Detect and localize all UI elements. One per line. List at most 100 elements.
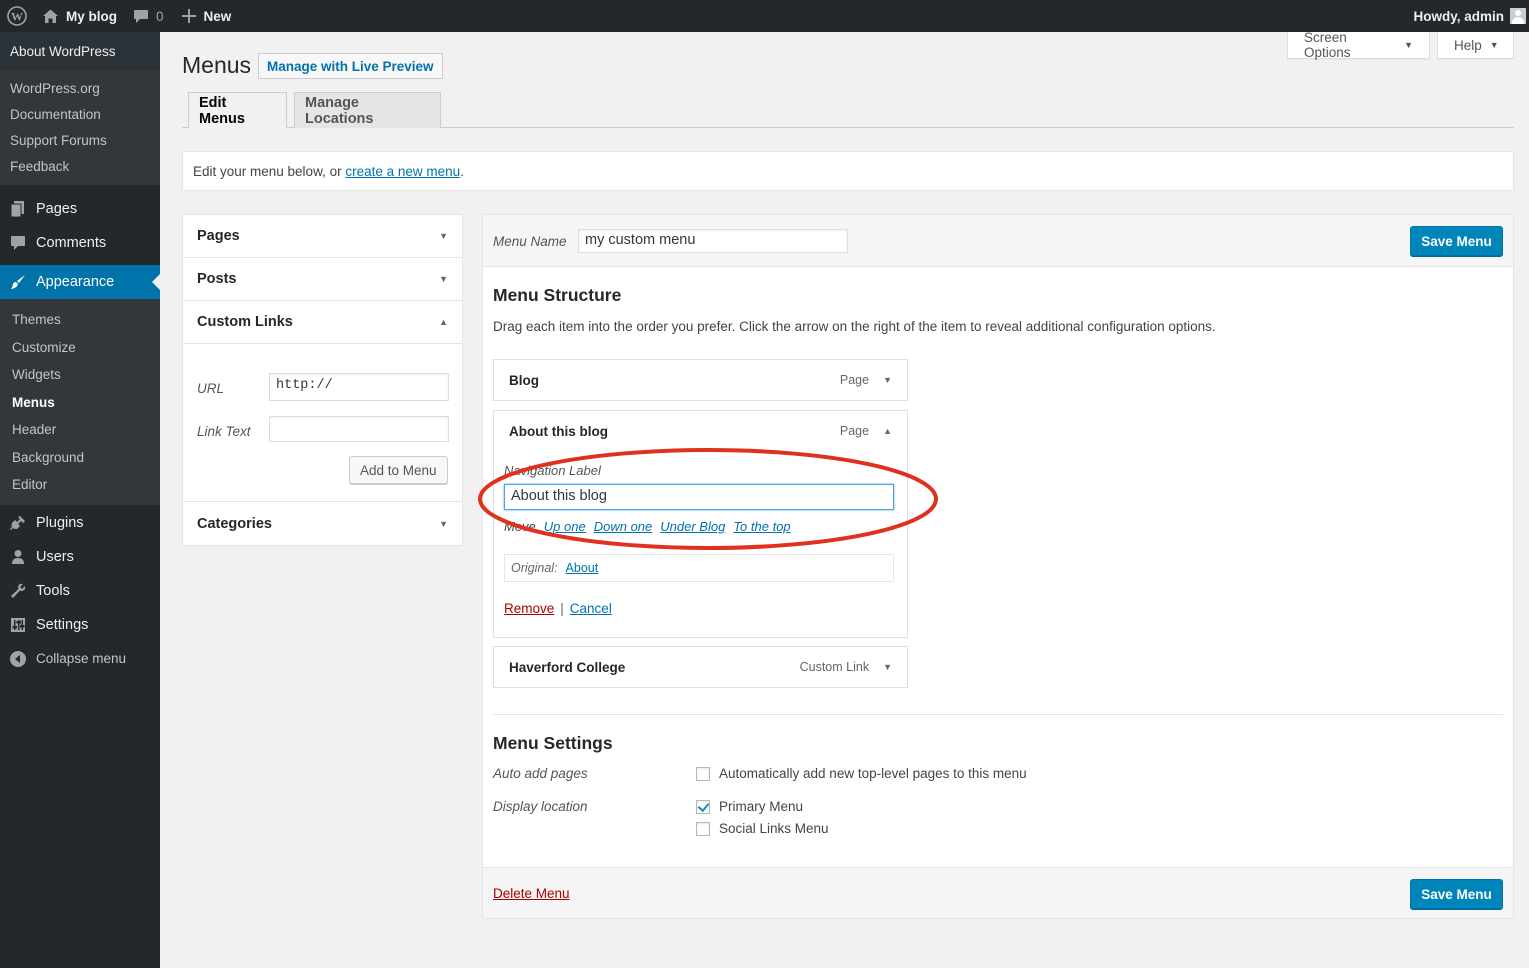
add-menu-items-accordion: Pages ▼ Posts ▼ Custom Links ▲ URL http:// … <box>182 214 463 546</box>
comments-link[interactable]: 0 <box>125 0 172 32</box>
caret-up-icon[interactable]: ▲ <box>883 426 892 436</box>
primary-menu-checkbox[interactable] <box>696 799 710 814</box>
sidebar-item-background[interactable]: Background <box>0 444 160 472</box>
plugin-icon <box>10 515 25 530</box>
menu-header: Menu Name my custom menu Save Menu <box>483 215 1513 267</box>
appearance-submenu: Themes Customize Widgets Menus Header Ba… <box>0 299 160 505</box>
auto-add-pages-label: Auto add pages <box>493 766 588 781</box>
sidebar-item-comments[interactable]: Comments <box>0 226 160 260</box>
menu-item[interactable]: Haverford College Custom Link ▼ <box>493 646 908 688</box>
item-actions: Remove | Cancel <box>504 601 612 616</box>
original-link[interactable]: About <box>566 561 599 575</box>
menu-item[interactable]: Blog Page ▼ <box>493 359 908 401</box>
menu-item-type: Page <box>839 424 870 438</box>
pages-icon <box>10 201 24 217</box>
menu-name-label: Menu Name <box>493 234 567 249</box>
sidebar-item-appearance[interactable]: Appearance <box>0 265 160 299</box>
sidebar-item-widgets[interactable]: Widgets <box>0 361 160 389</box>
manage-live-preview-button[interactable]: Manage with Live Preview <box>258 53 443 79</box>
social-links-menu-checkbox[interactable] <box>696 821 710 836</box>
menu-footer: Delete Menu Save Menu <box>483 867 1513 918</box>
about-submenu: About WordPress WordPress.org Documentat… <box>0 32 160 185</box>
menu-structure-title: Menu Structure <box>493 285 622 305</box>
display-location-label: Display location <box>493 799 588 814</box>
sidebar-item-header[interactable]: Header <box>0 416 160 444</box>
tab-manage-locations[interactable]: Manage Locations <box>294 92 441 128</box>
avatar <box>1510 8 1526 24</box>
sidebar-item-support-forums[interactable]: Support Forums <box>0 127 160 153</box>
page-title: Menus <box>182 52 252 78</box>
sidebar-item-documentation[interactable]: Documentation <box>0 101 160 127</box>
url-label: URL <box>197 381 225 396</box>
svg-text:W: W <box>11 10 23 24</box>
accordion-posts[interactable]: Posts ▼ <box>183 258 462 301</box>
edit-menu-notice: Edit your menu below, or create a new me… <box>182 151 1514 191</box>
accordion-pages[interactable]: Pages ▼ <box>183 215 462 258</box>
cancel-link[interactable]: Cancel <box>570 601 612 616</box>
menu-name-input[interactable]: my custom menu <box>578 229 848 253</box>
menu-item-title: Blog <box>509 372 539 388</box>
divider <box>493 714 1503 715</box>
plus-icon <box>181 9 196 23</box>
link-text-label: Link Text <box>197 424 251 439</box>
create-new-menu-link[interactable]: create a new menu <box>345 164 460 179</box>
comment-bubble-icon <box>134 9 148 23</box>
menu-item-type: Page <box>839 373 870 387</box>
sidebar-item-wordpress-org[interactable]: WordPress.org <box>0 75 160 101</box>
delete-menu-link[interactable]: Delete Menu <box>493 886 570 901</box>
sidebar-item-about-wordpress[interactable]: About WordPress <box>0 32 160 70</box>
accordion-categories[interactable]: Categories ▼ <box>183 502 462 545</box>
caret-down-icon: ▼ <box>439 274 448 284</box>
tab-edit-menus[interactable]: Edit Menus <box>188 92 287 129</box>
caret-down-icon[interactable]: ▼ <box>883 375 892 385</box>
accordion-custom-links[interactable]: Custom Links ▲ <box>183 301 462 344</box>
sidebar-item-menus[interactable]: Menus <box>0 389 160 417</box>
sidebar-item-editor[interactable]: Editor <box>0 471 160 499</box>
my-account[interactable]: Howdy, admin <box>1413 8 1529 24</box>
menu-item-title: Haverford College <box>509 659 626 675</box>
remove-link[interactable]: Remove <box>504 601 554 616</box>
site-name-link[interactable]: My blog <box>34 0 125 32</box>
home-icon <box>43 9 58 23</box>
users-icon <box>12 549 24 564</box>
comments-count: 0 <box>156 8 164 24</box>
auto-add-pages-checkbox[interactable] <box>696 766 710 781</box>
link-text-input[interactable] <box>269 416 449 442</box>
sidebar-item-themes[interactable]: Themes <box>0 306 160 334</box>
caret-up-icon: ▲ <box>439 317 448 327</box>
collapse-menu-button[interactable]: Collapse menu <box>0 642 160 676</box>
admin-bar: W My blog 0 New Howdy, admin <box>0 0 1529 32</box>
site-name: My blog <box>66 8 117 24</box>
sidebar-item-users[interactable]: Users <box>0 540 160 574</box>
save-menu-button-top[interactable]: Save Menu <box>1410 226 1503 256</box>
screen-options-button[interactable]: Screen Options ▼ <box>1287 30 1430 60</box>
add-to-menu-button[interactable]: Add to Menu <box>349 456 448 484</box>
caret-down-icon: ▼ <box>439 231 448 241</box>
auto-add-pages-option[interactable]: Automatically add new top-level pages to… <box>696 766 1027 781</box>
sidebar-item-pages[interactable]: Pages <box>0 192 160 226</box>
nav-tabs: Edit Menus Manage Locations <box>182 92 1514 129</box>
paintbrush-icon <box>11 275 25 289</box>
url-input[interactable]: http:// <box>269 373 449 401</box>
caret-down-icon: ▼ <box>1489 40 1499 50</box>
collapse-arrow-icon <box>10 650 26 667</box>
caret-down-icon: ▼ <box>439 518 448 529</box>
location-primary-menu[interactable]: Primary Menu <box>696 799 803 814</box>
original-info: Original: About <box>504 554 894 582</box>
settings-sliders-icon <box>11 617 25 632</box>
menu-structure-description: Drag each item into the order you prefer… <box>493 319 1216 334</box>
help-button[interactable]: Help ▼ <box>1437 32 1514 59</box>
sidebar-item-tools[interactable]: Tools <box>0 574 160 608</box>
location-social-links-menu[interactable]: Social Links Menu <box>696 821 829 836</box>
sidebar-item-settings[interactable]: Settings <box>0 608 160 642</box>
save-menu-button-bottom[interactable]: Save Menu <box>1410 879 1503 909</box>
new-content-link[interactable]: New <box>172 0 240 32</box>
menu-item-title: About this blog <box>509 423 608 439</box>
sidebar-item-customize[interactable]: Customize <box>0 334 160 362</box>
admin-sidebar: About WordPress WordPress.org Documentat… <box>0 32 160 968</box>
sidebar-item-plugins[interactable]: Plugins <box>0 506 160 540</box>
caret-down-icon[interactable]: ▼ <box>883 662 892 672</box>
wordpress-logo-icon[interactable]: W <box>0 0 34 32</box>
caret-down-icon: ▼ <box>1404 40 1413 50</box>
sidebar-item-feedback[interactable]: Feedback <box>0 153 160 179</box>
